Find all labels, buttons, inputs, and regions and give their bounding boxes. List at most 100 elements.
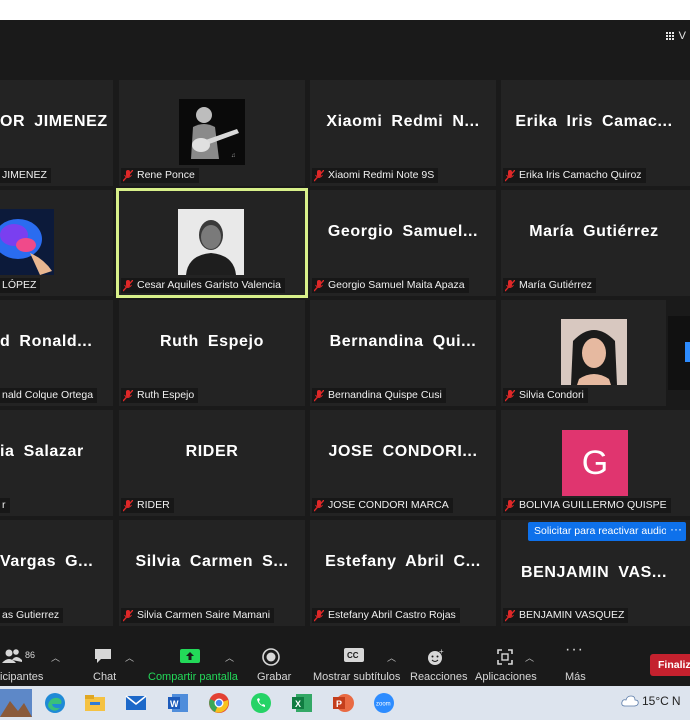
participant-video-guitarist: ♫ bbox=[179, 99, 245, 165]
caret-up-icon[interactable]: ︿ bbox=[525, 651, 534, 664]
participant-label-text: JOSE CONDORI MARCA bbox=[328, 499, 449, 511]
participant-label-text: Cesar Aquiles Garisto Valencia bbox=[137, 279, 281, 291]
participant-label: Erika Iris Camacho Quiroz bbox=[503, 168, 646, 183]
svg-text:X: X bbox=[295, 699, 301, 709]
participant-tile[interactable]: Bernandina Qui... Bernandina Quispe Cusi bbox=[310, 300, 496, 406]
excel-icon[interactable]: X bbox=[291, 692, 313, 714]
word-icon[interactable]: W bbox=[167, 692, 189, 714]
apps-button[interactable]: ︿ Aplicaciones bbox=[475, 631, 540, 686]
participant-tile[interactable]: OR JIMENEZ JIMENEZ bbox=[0, 80, 113, 186]
participant-tile[interactable]: Xiaomi Redmi N... Xiaomi Redmi Note 9S bbox=[310, 80, 496, 186]
subtitles-button[interactable]: CC ︿ Mostrar subtítulos bbox=[313, 631, 403, 686]
share-screen-button[interactable]: ︿ Compartir pantalla bbox=[147, 631, 239, 686]
whatsapp-icon[interactable] bbox=[250, 692, 272, 714]
participant-label: Silvia Carmen Saire Mamani bbox=[121, 608, 275, 623]
participant-name-large: Bernandina Qui... bbox=[329, 333, 477, 350]
caret-up-icon[interactable]: ︿ bbox=[51, 651, 60, 664]
subtitles-label: Mostrar subtítulos bbox=[313, 671, 401, 683]
participant-tile[interactable]: ia Salazar r bbox=[0, 410, 113, 516]
powerpoint-icon[interactable]: P bbox=[332, 692, 354, 714]
view-label: V bbox=[678, 30, 686, 42]
participant-label-text: Silvia Carmen Saire Mamani bbox=[137, 609, 271, 621]
participant-tile[interactable]: Silvia Carmen S... Silvia Carmen Saire M… bbox=[119, 520, 305, 626]
mail-icon[interactable] bbox=[125, 692, 147, 714]
reactions-icon: + bbox=[428, 648, 444, 665]
chrome-icon[interactable] bbox=[208, 692, 230, 714]
share-screen-icon bbox=[180, 649, 200, 663]
participant-tile[interactable]: Georgio Samuel... Georgio Samuel Maita A… bbox=[310, 190, 496, 296]
request-unmute-button[interactable]: Solicitar para reactivar audio bbox=[528, 522, 674, 541]
participants-count: 86 bbox=[25, 650, 36, 660]
participant-name-large: BENJAMIN VAS... bbox=[520, 564, 668, 581]
participant-tile[interactable]: G BOLIVIA GUILLERMO QUISPE bbox=[501, 410, 690, 516]
participant-label: RIDER bbox=[121, 498, 174, 513]
participant-tile[interactable]: María Gutiérrez María Gutiérrez bbox=[501, 190, 690, 296]
muted-mic-icon bbox=[314, 279, 324, 291]
participant-tile[interactable]: JOSE CONDORI... JOSE CONDORI MARCA bbox=[310, 410, 496, 516]
muted-mic-icon bbox=[123, 499, 133, 511]
landscape-app-icon[interactable] bbox=[0, 689, 32, 717]
participant-label: r bbox=[0, 498, 10, 513]
participant-name-large: Xiaomi Redmi N... bbox=[326, 113, 480, 130]
muted-mic-icon bbox=[505, 389, 515, 401]
participant-label: Estefany Abril Castro Rojas bbox=[312, 608, 460, 623]
end-meeting-button[interactable]: Finaliz bbox=[650, 654, 690, 676]
grid-view-icon bbox=[665, 31, 675, 41]
view-button[interactable]: V bbox=[662, 27, 690, 45]
participant-tile[interactable]: ♫ Rene Ponce bbox=[119, 80, 305, 186]
caret-up-icon[interactable]: ︿ bbox=[387, 651, 396, 664]
reactions-button[interactable]: + Reacciones bbox=[410, 631, 467, 686]
muted-mic-icon bbox=[505, 499, 515, 511]
svg-text:CC: CC bbox=[347, 651, 359, 660]
participant-label: Ruth Espejo bbox=[121, 388, 199, 403]
more-options-button[interactable]: ··· Más bbox=[562, 631, 592, 686]
apps-icon bbox=[497, 649, 513, 665]
participant-label: María Gutiérrez bbox=[503, 278, 596, 293]
muted-mic-icon bbox=[505, 169, 515, 181]
chat-button[interactable]: ︿ Chat bbox=[86, 631, 136, 686]
svg-text:W: W bbox=[170, 699, 179, 709]
windows-taskbar: W X P zoom bbox=[0, 686, 690, 720]
weather-temp: 15°C bbox=[642, 694, 669, 708]
participants-label: icipantes bbox=[0, 671, 44, 683]
caret-up-icon[interactable]: ︿ bbox=[225, 651, 234, 664]
participant-tile[interactable]: Silvia Condori bbox=[501, 300, 666, 406]
participant-name-large: Silvia Carmen S... bbox=[135, 553, 289, 570]
meeting-top-bar bbox=[0, 20, 690, 52]
participant-tile[interactable]: LÓPEZ bbox=[0, 190, 113, 296]
participant-tile-active-speaker[interactable]: Cesar Aquiles Garisto Valencia bbox=[116, 188, 308, 298]
participant-tile[interactable]: Erika Iris Camac... Erika Iris Camacho Q… bbox=[501, 80, 690, 186]
participant-video-silvia bbox=[561, 319, 627, 385]
participants-button[interactable]: 86 ︿ icipantes bbox=[0, 631, 70, 686]
participant-label-text: r bbox=[2, 499, 6, 511]
participant-label-text: BOLIVIA GUILLERMO QUISPE bbox=[519, 499, 667, 511]
muted-mic-icon bbox=[123, 279, 133, 291]
participant-tile[interactable]: Vargas G... as Gutierrez bbox=[0, 520, 113, 626]
participant-tile[interactable]: RIDER RIDER bbox=[119, 410, 305, 516]
record-button[interactable]: Grabar bbox=[255, 631, 295, 686]
participant-tile[interactable]: Ruth Espejo Ruth Espejo bbox=[119, 300, 305, 406]
tile-more-button[interactable]: ··· bbox=[666, 522, 686, 541]
record-icon bbox=[262, 648, 280, 666]
participant-tile[interactable]: Estefany Abril C... Estefany Abril Castr… bbox=[310, 520, 496, 626]
participants-icon bbox=[2, 649, 22, 663]
side-panel-peek bbox=[668, 316, 690, 390]
zoom-icon[interactable]: zoom bbox=[373, 692, 395, 714]
participant-name-large: OR JIMENEZ bbox=[0, 113, 108, 130]
participant-name-large: JOSE CONDORI... bbox=[328, 443, 478, 460]
participant-label: Xiaomi Redmi Note 9S bbox=[312, 168, 439, 183]
file-explorer-icon[interactable] bbox=[84, 692, 106, 714]
participant-label: JOSE CONDORI MARCA bbox=[312, 498, 453, 513]
participant-label-text: Silvia Condori bbox=[519, 389, 584, 401]
apps-label: Aplicaciones bbox=[475, 671, 537, 683]
participant-label-text: nald Colque Ortega bbox=[2, 389, 94, 401]
participant-name-large: RIDER bbox=[185, 443, 239, 460]
participant-name-large: ia Salazar bbox=[0, 443, 84, 460]
top-white-strip bbox=[0, 0, 690, 20]
chat-icon bbox=[95, 649, 111, 663]
muted-mic-icon bbox=[314, 389, 324, 401]
caret-up-icon[interactable]: ︿ bbox=[125, 651, 134, 664]
edge-browser-icon[interactable] bbox=[44, 692, 66, 714]
weather-widget[interactable]: 15°C N bbox=[621, 694, 680, 708]
participant-tile[interactable]: d Ronald... nald Colque Ortega bbox=[0, 300, 113, 406]
